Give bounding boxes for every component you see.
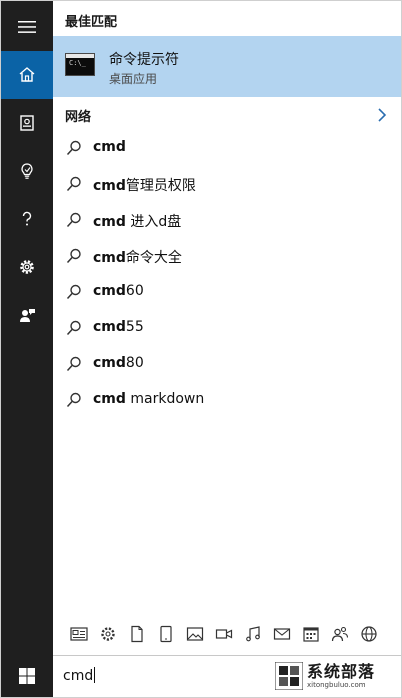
music-filter-button[interactable] [243,624,263,644]
search-icon [66,320,81,336]
web-suggestion[interactable]: cmd markdown [53,382,401,418]
search-icon [66,392,81,408]
web-suggestion[interactable]: cmd55 [53,310,401,346]
settings-filter-button[interactable] [98,624,118,644]
suggestion-rest: 进入d盘 [125,214,182,230]
text-cursor [94,667,96,683]
calendar-filter-button[interactable] [301,624,321,644]
search-icon [66,140,81,156]
watermark-text: 系统部落 [307,662,376,681]
mail-filter-button[interactable] [272,624,292,644]
mail-icon [273,628,291,640]
search-icon [66,248,81,264]
suggestion-rest: 80 [125,355,144,371]
tips-button[interactable] [1,147,53,195]
suggestion-rest: 管理员权限 [125,178,196,194]
settings-icon [101,627,115,641]
photos-filter-button[interactable] [185,624,205,644]
search-icon [66,356,81,372]
search-icon [66,212,81,228]
search-query: cmd [63,668,94,684]
web-heading: 网络 [65,110,92,125]
suggestion-match: cmd [93,391,126,407]
notebook-icon [20,115,34,131]
windows-logo-icon [19,668,35,684]
web-icon [361,626,377,642]
help-icon [22,211,32,226]
suggestion-match: cmd [93,214,126,230]
apps-filter-button[interactable] [156,624,176,644]
suggestion-rest: 55 [125,319,144,335]
suggestion-match: cmd [93,178,126,194]
start-button[interactable] [1,655,53,697]
sidebar [1,1,53,697]
app-type: 桌面应用 [109,72,158,86]
videos-filter-button[interactable] [214,624,234,644]
suggestion-rest: markdown [125,391,205,407]
suggestion-match: cmd [93,139,126,155]
web-filter-button[interactable] [359,624,379,644]
search-filter-bar [53,613,401,655]
settings-button[interactable] [1,243,53,291]
news-icon [70,627,88,641]
help-button[interactable] [1,195,53,243]
tablet-icon [160,625,172,643]
document-icon [131,625,143,643]
feedback-icon [20,309,35,322]
search-icon [66,176,81,192]
watermark-url: xitongbuluo.com [307,681,366,689]
web-suggestion[interactable]: cmd80 [53,346,401,382]
music-icon [246,626,260,642]
documents-filter-button[interactable] [127,624,147,644]
home-icon [19,67,35,82]
web-suggestion[interactable]: cmd [53,130,401,166]
web-suggestion[interactable]: cmd60 [53,274,401,310]
feedback-button[interactable] [1,291,53,339]
search-results-panel: 最佳匹配 C:\_ 命令提示符 桌面应用 网络 cmd cmd管理员权限 cmd… [53,1,401,655]
notebook-button[interactable] [1,99,53,147]
command-prompt-icon: C:\_ [65,53,95,76]
hamburger-menu-icon [18,21,36,33]
search-icon [66,284,81,300]
best-match-result[interactable]: C:\_ 命令提示符 桌面应用 [53,36,401,97]
web-suggestion[interactable]: cmd管理员权限 [53,166,401,202]
suggestion-match: cmd [93,250,126,266]
suggestion-match: cmd [93,283,126,299]
people-filter-button[interactable] [330,624,350,644]
people-icon [331,626,349,642]
suggestion-match: cmd [93,319,126,335]
web-suggestion[interactable]: cmd命令大全 [53,238,401,274]
lightbulb-icon [21,163,33,179]
cortana-search-window: 最佳匹配 C:\_ 命令提示符 桌面应用 网络 cmd cmd管理员权限 cmd… [0,0,402,698]
watermark-logo-icon [275,662,303,690]
suggestion-match: cmd [93,355,126,371]
app-name: 命令提示符 [109,52,179,68]
web-suggestion[interactable]: cmd 进入d盘 [53,202,401,238]
chevron-right-icon[interactable] [375,107,389,123]
web-suggestions-list: cmd cmd管理员权限 cmd 进入d盘 cmd命令大全 cmd60 cmd5… [53,130,401,418]
photo-icon [186,627,204,641]
home-button[interactable] [1,51,53,99]
best-match-heading: 最佳匹配 [65,15,118,30]
calendar-icon [303,627,319,642]
news-filter-button[interactable] [69,624,89,644]
video-icon [215,629,233,639]
watermark: 系统部落 xitongbuluo.com [275,657,397,695]
settings-gear-icon [20,260,34,274]
hamburger-menu-button[interactable] [1,3,53,51]
suggestion-rest: 60 [125,283,144,299]
suggestion-rest: 命令大全 [125,250,182,266]
